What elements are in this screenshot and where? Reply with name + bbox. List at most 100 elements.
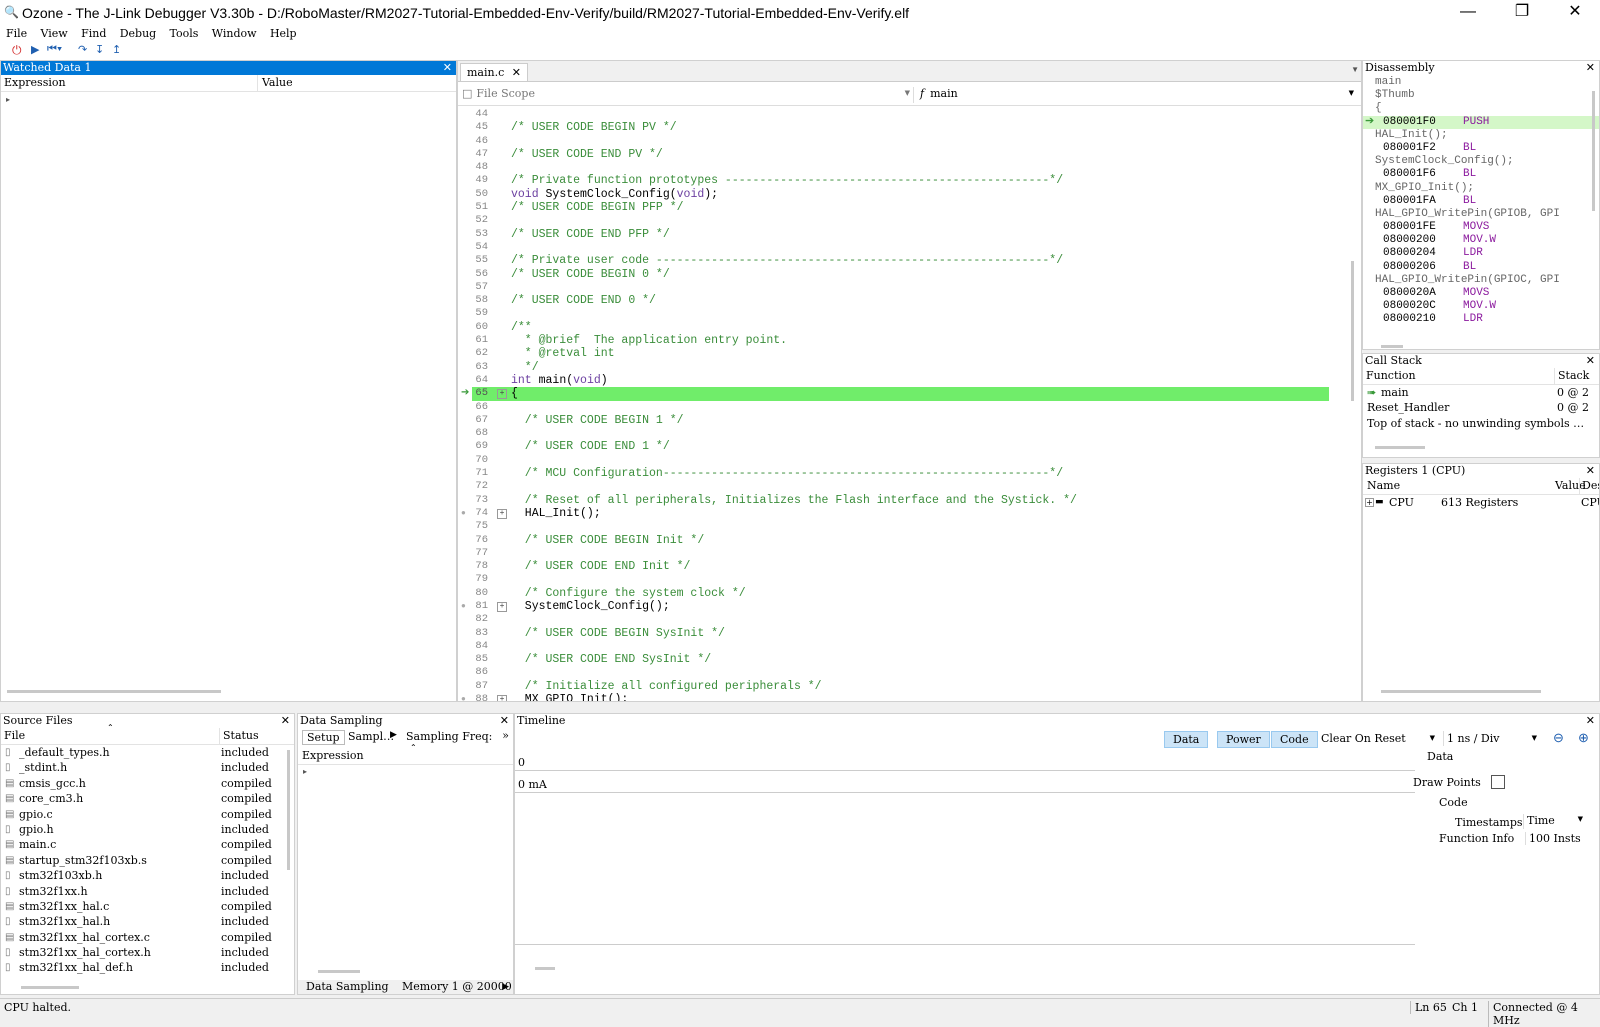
code-line[interactable]: 64 int main(void) [458,374,1343,387]
zoom-out-icon[interactable]: ⊖ [1553,730,1564,746]
close-tab-icon[interactable]: ✕ [512,64,521,82]
code-line[interactable]: 55 /* Private user code -----------------… [458,254,1343,267]
breakpoint-slot-icon[interactable]: ● [461,600,466,613]
call-stack-row[interactable]: ➠ main 0 @ 2 [1363,385,1599,400]
call-stack-row[interactable]: Reset_Handler 0 @ 2 [1363,400,1599,415]
breakpoint-slot-icon[interactable]: ● [461,693,466,701]
menu-tools[interactable]: Tools [170,27,199,40]
disassembly-source-line[interactable]: HAL_GPIO_WritePin(GPIOB, GPI [1363,208,1599,221]
code-line[interactable]: 81 ● + SystemClock_Config(); [458,600,1343,613]
code-line[interactable]: 73 /* Reset of all peripherals, Initiali… [458,494,1343,507]
code-line[interactable]: 45 /* USER CODE BEGIN PV */ [458,121,1343,134]
timeline-data-track[interactable]: 0 [515,750,1415,771]
tab-scroll-icon[interactable]: ▶ [390,730,397,740]
time-div-select[interactable]: 1 ns / Div ▼ [1443,731,1539,746]
source-file-row[interactable]: ▤ core_cm3.h compiled [1,791,294,806]
code-line[interactable]: 44 [458,108,1343,121]
source-file-row[interactable]: ▤ main.c compiled [1,837,294,852]
v-scrollbar[interactable] [1351,261,1354,401]
disassembly-instruction[interactable]: 0800020A MOVS [1363,287,1599,300]
code-line[interactable]: 85 /* USER CODE END SysInit */ [458,653,1343,666]
disassembly-instruction[interactable]: 080001FE MOVS [1363,221,1599,234]
close-icon[interactable]: ✕ [1586,464,1595,478]
code-line[interactable]: 67 /* USER CODE BEGIN 1 */ [458,414,1343,427]
tab-scroll-icon[interactable]: ▶ [502,980,509,994]
tab-data-sampling[interactable]: Data Sampling [306,980,389,994]
h-scrollbar[interactable] [21,986,79,989]
power-icon[interactable]: ⏻ [12,43,22,58]
code-line[interactable]: 88 ● + MX_GPIO_Init(); [458,693,1343,701]
source-file-list[interactable]: ▯ _default_types.h included ▯ _stdint.h inclu… [1,745,294,976]
clear-mode-select[interactable]: Clear On Reset ▼ [1321,731,1437,746]
menu-debug[interactable]: Debug [120,27,157,40]
source-file-row[interactable]: ▯ stm32f1xx_hal.h included [1,914,294,929]
col-file[interactable]: File [4,728,25,744]
expand-icon[interactable]: + [1365,498,1374,507]
col-function[interactable]: Function [1366,368,1416,384]
code-line[interactable]: 70 [458,454,1343,467]
disassembly-source-line[interactable]: { [1363,102,1599,115]
source-file-row[interactable]: ▯ stm32f1xx_hal_def.h included [1,960,294,975]
code-line[interactable]: 79 [458,573,1343,586]
h-scrollbar[interactable] [1381,345,1403,348]
disassembly-instruction[interactable]: 0800020C MOV.W [1363,300,1599,313]
code-line[interactable]: 51 /* USER CODE BEGIN PFP */ [458,201,1343,214]
disassembly-source-line[interactable]: MX_GPIO_Init(); [1363,182,1599,195]
menu-find[interactable]: Find [81,27,106,40]
close-window-button[interactable]: ✕ [1550,0,1600,26]
breakpoint-slot-icon[interactable]: ● [461,507,466,520]
source-file-row[interactable]: ▤ stm32f1xx_hal.c compiled [1,899,294,914]
function-selector[interactable]: f main ▼ [913,87,1358,103]
code-line[interactable]: 61 * @brief The application entry point. [458,334,1343,347]
tab-main-c[interactable]: main.c ✕ [460,63,528,81]
source-file-row[interactable]: ▤ cmsis_gcc.h compiled [1,776,294,791]
code-line[interactable]: 46 [458,135,1343,148]
disassembly-source-line[interactable]: HAL_Init(); [1363,129,1599,142]
step-out-icon[interactable]: ↥ [112,43,121,56]
h-scrollbar[interactable] [7,690,221,693]
code-line[interactable]: 58 /* USER CODE END 0 */ [458,294,1343,307]
code-line[interactable]: 56 /* USER CODE BEGIN 0 */ [458,268,1343,281]
disassembly-source-line[interactable]: $Thumb [1363,89,1599,102]
code-line[interactable]: 69 /* USER CODE END 1 */ [458,440,1343,453]
source-file-row[interactable]: ▯ _stdint.h included [1,760,294,775]
disassembly-instruction[interactable]: 080001FA BL [1363,195,1599,208]
expand-icon[interactable]: + [497,601,507,612]
code-line[interactable]: 49 /* Private function prototypes -------… [458,174,1343,187]
source-file-row[interactable]: ▤ startup_stm32f103xb.s compiled [1,853,294,868]
source-file-row[interactable]: ▤ stm32f1xx_hal_cortex.c compiled [1,930,294,945]
code-line[interactable]: 47 /* USER CODE END PV */ [458,148,1343,161]
disassembly-instruction[interactable]: 08000204 LDR [1363,247,1599,260]
col-value[interactable]: Value [257,75,293,91]
code-line[interactable]: 84 [458,640,1343,653]
code-line[interactable]: 63 */ [458,361,1343,374]
code-line[interactable]: 66 [458,401,1343,414]
h-scrollbar[interactable] [1375,446,1425,449]
reset-icon[interactable]: ⏮▾ [47,43,62,56]
minimize-button[interactable]: — [1443,0,1493,26]
col-stack[interactable]: Stack [1554,368,1589,384]
disassembly-source-line[interactable]: HAL_GPIO_WritePin(GPIOC, GPI [1363,274,1599,287]
col-expression[interactable]: Expression [4,75,66,91]
code-line[interactable]: 83 /* USER CODE BEGIN SysInit */ [458,627,1343,640]
draw-points-checkbox[interactable] [1491,775,1505,789]
code-line[interactable]: 57 [458,281,1343,294]
code-line[interactable]: 86 [458,666,1343,679]
h-scrollbar[interactable] [535,967,555,970]
step-over-icon[interactable]: ↷ [78,43,87,56]
close-icon[interactable]: ✕ [1586,714,1595,728]
restore-button[interactable]: ❐ [1497,0,1547,26]
code-line[interactable]: 54 [458,241,1343,254]
menu-view[interactable]: View [41,27,68,40]
add-expression-row[interactable]: ▸ [6,95,10,104]
menu-window[interactable]: Window [212,27,257,40]
timeline-power-track[interactable]: 0 mA [515,772,1415,793]
disassembly-list[interactable]: main $Thumb{➔ 080001F0 PUSH HAL_Init(); 08000… [1363,76,1599,327]
disassembly-instruction[interactable]: 08000206 BL [1363,261,1599,274]
disassembly-instruction[interactable]: ➔ 080001F0 PUSH [1363,115,1599,129]
source-file-row[interactable]: ▯ _default_types.h included [1,745,294,760]
close-icon[interactable]: ✕ [1586,354,1595,368]
timestamps-select[interactable]: Time ▼ [1523,814,1585,829]
toggle-data-button[interactable]: Data [1164,731,1209,748]
close-icon[interactable]: ✕ [281,714,290,728]
